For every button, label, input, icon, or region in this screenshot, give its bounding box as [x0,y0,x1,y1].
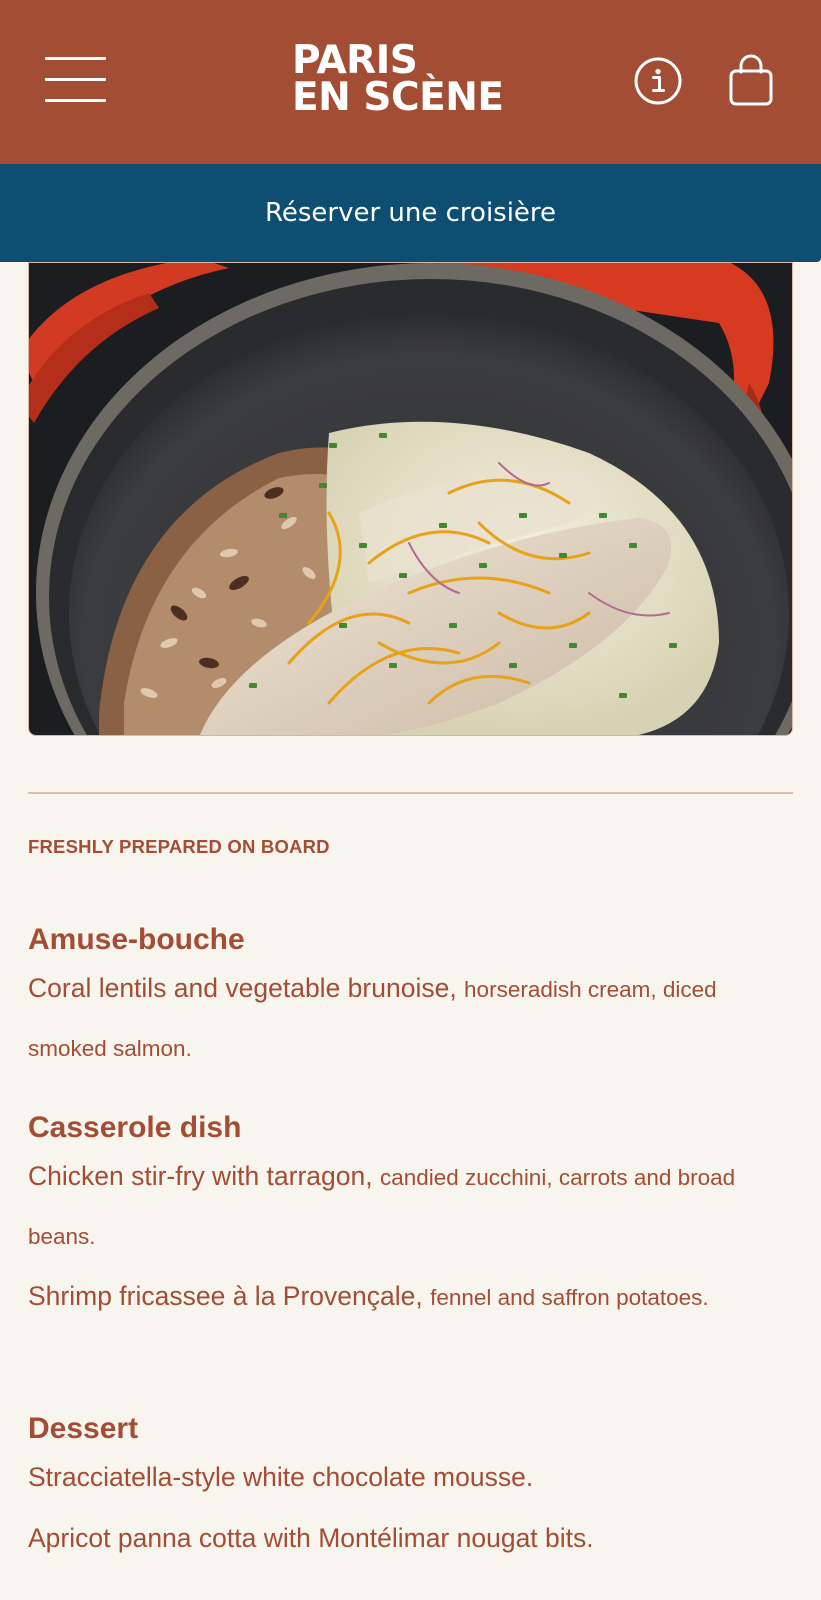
hamburger-menu-icon[interactable] [40,52,112,108]
dish-main: Coral lentils and vegetable brunoise, [28,973,465,1003]
logo-line-1: PARIS [292,38,418,83]
course-section: Amuse-bouche Coral lentils and vegetable… [28,920,793,1080]
course-section: Casserole dish Chicken stir-fry with tar… [28,1108,793,1329]
dish-description: Coral lentils and vegetable brunoise, ho… [28,960,793,1080]
course-title: Amuse-bouche [28,923,245,956]
dish-main: Apricot panna cotta with Montélimar noug… [28,1523,594,1553]
info-icon[interactable] [634,57,682,105]
dish-main: Stracciatella-style white chocolate mous… [28,1462,534,1492]
dish-detail: fennel and saffron potatoes. [430,1285,709,1310]
dish-description: Apricot panna cotta with Montélimar noug… [28,1510,793,1571]
dish-main: Shrimp fricassee à la Provençale, [28,1281,431,1311]
dish-main: Chicken stir-fry with tarragon, [28,1161,380,1191]
course-section: Dessert Stracciatella-style white chocol… [28,1409,793,1571]
site-header: PARIS EN SCÈNE [0,0,821,164]
book-cruise-label: Réserver une croisière [264,198,557,228]
logo-line-2: EN SCÈNE [292,75,504,120]
shopping-bag-icon[interactable] [726,54,776,108]
book-cruise-button[interactable]: Réserver une croisière [0,164,821,262]
site-logo[interactable]: PARIS EN SCÈNE [292,38,504,120]
menu-eyebrow: FRESHLY PREPARED ON BOARD [28,836,330,857]
dish-photo [28,262,793,736]
dish-description: Chicken stir-fry with tarragon, candied … [28,1148,793,1268]
section-divider [28,792,793,794]
course-title: Casserole dish [28,1111,242,1144]
dish-description: Shrimp fricassee à la Provençale, fennel… [28,1268,793,1329]
course-title: Dessert [28,1412,139,1445]
dish-description: Stracciatella-style white chocolate mous… [28,1449,793,1510]
